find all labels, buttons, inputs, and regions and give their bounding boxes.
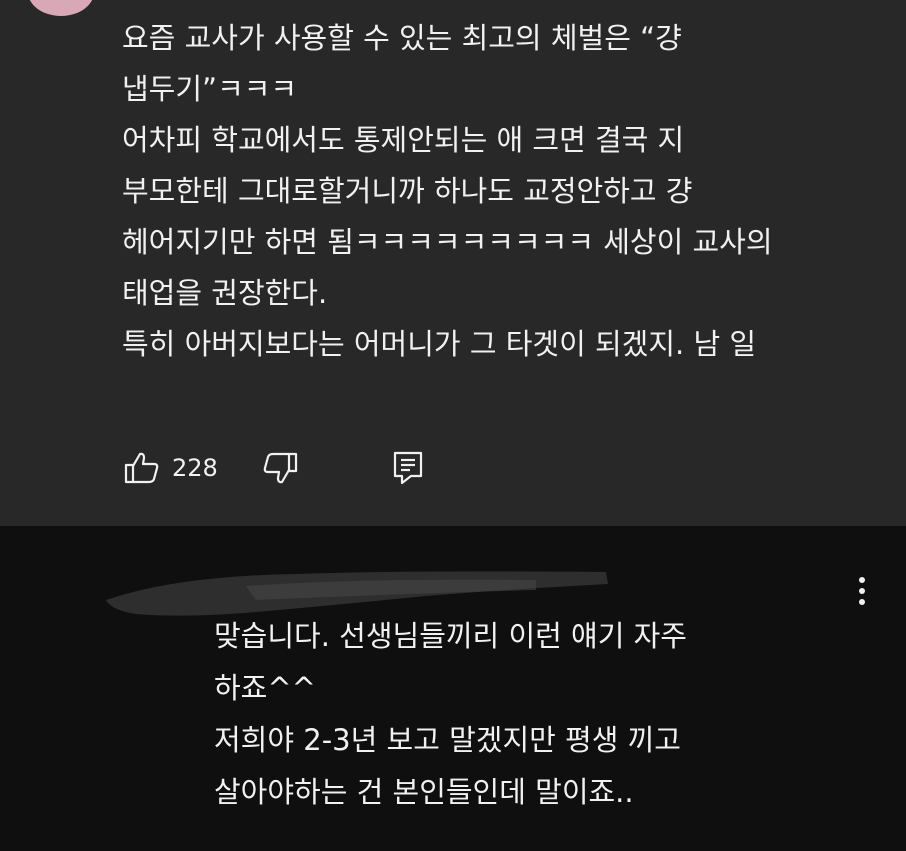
avatar[interactable]: [28, 0, 94, 16]
comment-actions: 228: [122, 448, 428, 488]
reply-comment-icon[interactable]: [388, 448, 428, 488]
reply-comment-card: 맞습니다. 선생님들끼리 이런 얘기 자주 하죠^^ 저희야 2-3년 보고 말…: [0, 526, 906, 851]
comment-line: 어차피 학교에서도 통제안되는 애 크면 결국 지: [122, 123, 685, 157]
comment-line: 태업을 권장한다.: [122, 276, 328, 310]
comment-thread: 요즘 교사가 사용할 수 있는 최고의 체벌은 “걍 냅두기”ㅋㅋㅋ 어차피 학…: [0, 0, 906, 851]
reply-line: 하죠^^: [214, 671, 316, 705]
comment-line: 헤어지기만 하면 됨ㅋㅋㅋㅋㅋㅋㅋㅋㅋ 세상이 교사의: [122, 225, 773, 259]
reply-text: 맞습니다. 선생님들끼리 이런 얘기 자주 하죠^^ 저희야 2-3년 보고 말…: [214, 610, 854, 818]
comment-text: 요즘 교사가 사용할 수 있는 최고의 체벌은 “걍 냅두기”ㅋㅋㅋ 어차피 학…: [122, 13, 862, 370]
comment-line: 요즘 교사가 사용할 수 있는 최고의 체벌은 “걍: [122, 21, 682, 55]
more-vertical-icon[interactable]: [850, 574, 874, 610]
reply-line: 살아야하는 건 본인들인데 말이죠..: [214, 775, 634, 809]
thumbs-up-icon[interactable]: [122, 448, 162, 488]
reply-line: 저희야 2-3년 보고 말겠지만 평생 끼고: [214, 723, 681, 757]
reply-line: 맞습니다. 선생님들끼리 이런 얘기 자주: [214, 619, 687, 653]
like-count: 228: [172, 454, 218, 482]
comment-line: 특히 아버지보다는 어머니가 그 타겟이 되겠지. 남 일: [122, 327, 757, 361]
comment-card-highlighted: 요즘 교사가 사용할 수 있는 최고의 체벌은 “걍 냅두기”ㅋㅋㅋ 어차피 학…: [0, 0, 906, 526]
thumbs-down-icon[interactable]: [260, 448, 300, 488]
comment-line: 부모한테 그대로할거니까 하나도 교정안하고 걍: [122, 174, 693, 208]
comment-line: 냅두기”ㅋㅋㅋ: [122, 72, 298, 106]
